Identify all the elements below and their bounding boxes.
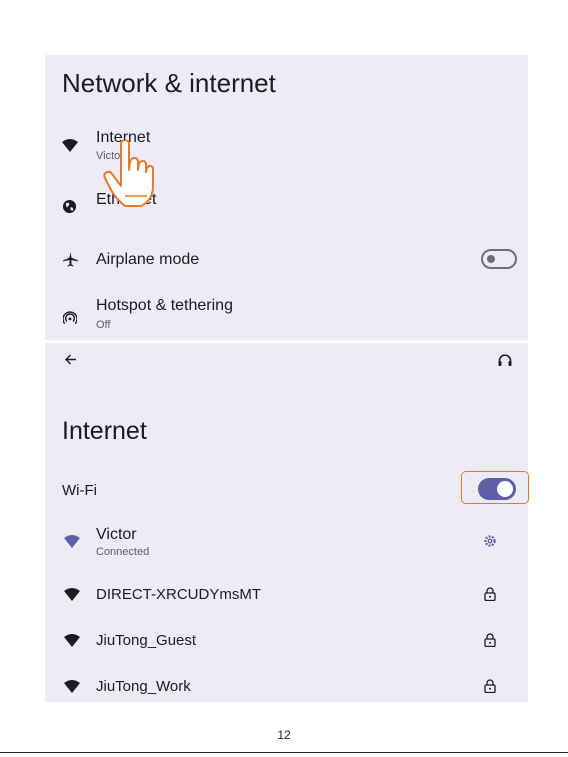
internet-screen: Internet Wi-Fi Victor Connected DIRECT-X… <box>45 343 529 702</box>
network-row-jiutong-guest[interactable]: JiuTong_Guest <box>45 627 528 655</box>
wifi-icon <box>61 137 79 153</box>
ethernet-globe-icon <box>60 197 78 215</box>
network-name: JiuTong_Work <box>96 678 191 695</box>
network-name: JiuTong_Guest <box>96 632 197 649</box>
airplane-mode-item[interactable]: Airplane mode <box>45 245 528 277</box>
airplane-icon <box>61 250 79 268</box>
toggle-knob <box>487 255 495 263</box>
back-arrow-icon[interactable] <box>63 351 79 367</box>
wifi-toggle-highlight <box>461 471 529 504</box>
network-row-direct[interactable]: DIRECT-XRCUDYmsMT <box>45 581 528 609</box>
wifi-signal-icon <box>63 533 81 549</box>
network-row-jiutong-work[interactable]: JiuTong_Work <box>45 673 528 701</box>
page-title: Network & internet <box>62 68 276 98</box>
gear-icon[interactable] <box>481 532 499 550</box>
wifi-label: Wi-Fi <box>62 482 97 499</box>
lock-icon <box>481 631 499 649</box>
lock-icon <box>481 677 499 695</box>
airplane-mode-toggle[interactable] <box>481 249 517 269</box>
wifi-signal-icon <box>63 632 81 648</box>
network-name: Victor <box>96 526 137 543</box>
page-number: 12 <box>277 728 291 742</box>
hotspot-icon <box>61 309 79 327</box>
airplane-mode-label: Airplane mode <box>96 251 200 268</box>
hotspot-sublabel: Off <box>96 319 111 331</box>
wifi-row[interactable]: Wi-Fi <box>45 475 528 505</box>
network-name: DIRECT-XRCUDYmsMT <box>96 586 261 603</box>
hotspot-label: Hotspot & tethering <box>96 297 233 314</box>
wifi-signal-icon <box>63 678 81 694</box>
footer-divider <box>0 752 568 753</box>
network-status: Connected <box>96 546 150 558</box>
help-feedback-icon[interactable] <box>496 351 514 369</box>
wifi-signal-icon <box>63 586 81 602</box>
network-internet-screen: Network & internet Internet Victor Ether… <box>45 55 528 340</box>
hotspot-item[interactable]: Hotspot & tethering Off <box>45 293 528 335</box>
tap-hand-icon <box>103 139 157 210</box>
network-row-victor[interactable]: Victor Connected <box>45 521 528 565</box>
page-title: Internet <box>62 417 147 445</box>
lock-icon <box>481 585 499 603</box>
